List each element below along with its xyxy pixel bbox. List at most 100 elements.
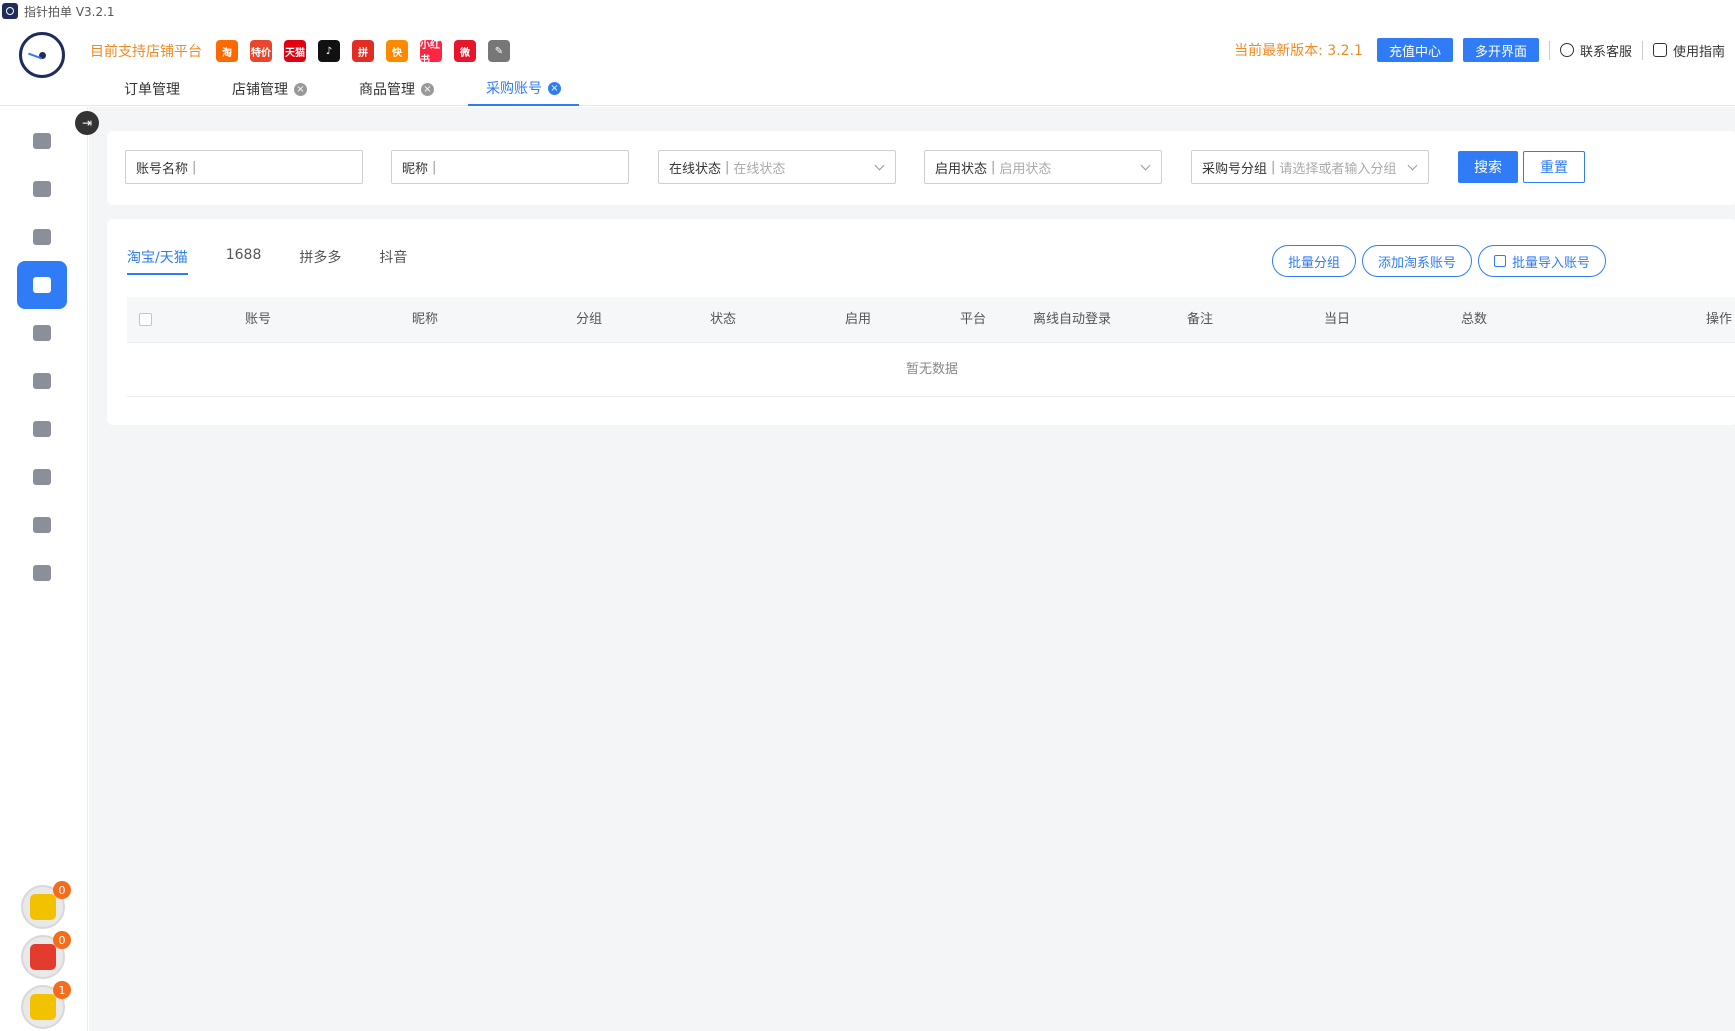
sidebar-item-warehouse[interactable] xyxy=(17,357,67,405)
chevron-down-icon xyxy=(1140,160,1151,171)
contact-label: 联系客服 xyxy=(1579,44,1632,60)
close-tab-icon[interactable]: × xyxy=(421,82,434,96)
support-agent-icon xyxy=(33,325,51,341)
close-tab-icon[interactable]: × xyxy=(548,81,561,95)
server-icon xyxy=(33,181,51,197)
tab-label: 店铺管理 xyxy=(232,82,288,98)
notes-badge: 0 xyxy=(53,881,71,899)
platform-weidian-icon: 微 xyxy=(454,40,476,62)
sidebar-item-home[interactable] xyxy=(17,117,67,165)
platform-tabs: 淘宝/天猫 1688 拼多多 抖音 xyxy=(127,247,407,275)
batch-group-button[interactable]: 批量分组 xyxy=(1272,245,1357,277)
org-icon xyxy=(33,517,51,533)
title-bar: 指针拍单 V3.2.1 xyxy=(0,0,1735,22)
sidebar-item-server[interactable] xyxy=(17,165,67,213)
tab-1[interactable]: 店铺管理 × xyxy=(214,72,325,106)
accounts-icon xyxy=(33,277,51,293)
platform-xiaohongshu-icon: 小红书 xyxy=(420,40,442,66)
pie-chart-icon xyxy=(33,421,51,437)
platform-tab-3[interactable]: 抖音 xyxy=(379,247,407,275)
column-header: 账号 xyxy=(244,312,272,327)
tab-2[interactable]: 商品管理 × xyxy=(341,72,452,106)
truck-button[interactable]: 0 xyxy=(21,931,71,979)
platform-tab-2[interactable]: 拼多多 xyxy=(299,247,341,275)
notes-button[interactable]: 0 xyxy=(21,881,71,929)
header-right: 当前最新版本: 3.2.1 充值中心 多开界面 联系客服 使用指南 xyxy=(1234,36,1725,64)
window-title: 指针拍单 V3.2.1 xyxy=(24,4,115,19)
account-name-input[interactable]: 账号名称 | xyxy=(125,150,363,184)
chevron-down-icon xyxy=(874,160,885,171)
select-all-checkbox[interactable] xyxy=(139,313,152,326)
sidebar-item-trend[interactable] xyxy=(17,453,67,501)
empty-state: 暂无数据 xyxy=(127,343,1735,397)
import-icon xyxy=(1494,255,1506,267)
online-status-select[interactable]: 在线状态 | 在线状态 xyxy=(658,150,896,184)
filter-bar: 账号名称 | 昵称 | 在线状态 | 在线状态 启用状态 | 启用状态 采购号分组 | 请… xyxy=(107,131,1735,205)
account-name-label: 账号名称 xyxy=(136,161,189,177)
tab-3[interactable]: 采购账号 × xyxy=(468,72,579,106)
close-tab-icon[interactable]: × xyxy=(294,82,307,96)
online-status-label: 在线状态 xyxy=(669,161,722,177)
group-placeholder: 请选择或者输入分组 xyxy=(1279,161,1397,177)
trend-icon xyxy=(33,469,51,485)
table-header: 账号 昵称 分组 状态 启用 平台 离线自动登录 备注 当日 总数 操作 xyxy=(127,297,1735,343)
column-header: 昵称 xyxy=(411,312,439,327)
settings-icon xyxy=(33,565,51,581)
column-header: 启用 xyxy=(844,312,872,327)
sidebar-item-pie-chart[interactable] xyxy=(17,405,67,453)
nickname-input[interactable]: 昵称 | xyxy=(391,150,629,184)
contact-support-link[interactable]: 联系客服 xyxy=(1548,40,1632,60)
supported-platforms: 目前支持店铺平台 淘特价 天猫 ♪ 拼快小红书微 ✎ xyxy=(90,38,510,66)
column-header: 备注 xyxy=(1186,312,1214,327)
platform-other-icon: ✎ xyxy=(488,40,510,62)
guide-label: 使用指南 xyxy=(1672,44,1725,60)
online-status-placeholder: 在线状态 xyxy=(733,161,786,177)
megaphone-badge: 1 xyxy=(53,981,71,999)
warehouse-icon xyxy=(33,373,51,389)
accounts-table-card: 淘宝/天猫 1688 拼多多 抖音 批量分组 添加淘系账号 批量导入账号 账号 昵称 分组… xyxy=(107,219,1735,425)
search-button[interactable]: 搜索 xyxy=(1458,151,1518,183)
platform-tab-0[interactable]: 淘宝/天猫 xyxy=(127,247,188,275)
megaphone-button[interactable]: 1 xyxy=(21,981,71,1029)
tab-0[interactable]: 订单管理 xyxy=(106,72,198,106)
recharge-button[interactable]: 充值中心 xyxy=(1376,38,1453,62)
truck-icon xyxy=(30,944,56,970)
group-label: 采购号分组 xyxy=(1202,161,1268,177)
sidebar-item-accounts[interactable] xyxy=(17,261,67,309)
notes-icon xyxy=(30,894,56,920)
app-icon xyxy=(2,3,18,19)
version-text: 当前最新版本: 3.2.1 xyxy=(1234,43,1363,59)
logo-icon xyxy=(19,32,65,78)
header: 目前支持店铺平台 淘特价 天猫 ♪ 拼快小红书微 ✎ 当前最新版本: 3.2.1 充值中… xyxy=(0,22,1735,106)
batch-import-label: 批量导入账号 xyxy=(1512,255,1591,271)
reset-button[interactable]: 重置 xyxy=(1523,151,1585,183)
collapse-sidebar-icon[interactable]: ⇥ xyxy=(75,111,99,135)
tab-label: 商品管理 xyxy=(359,82,415,98)
column-header: 状态 xyxy=(709,312,737,327)
batch-import-button[interactable]: 批量导入账号 xyxy=(1478,245,1607,277)
platform-douyin-icon: ♪ xyxy=(318,40,340,62)
guide-link[interactable]: 使用指南 xyxy=(1641,40,1725,60)
sidebar-item-settings[interactable] xyxy=(17,549,67,597)
tab-label: 采购账号 xyxy=(486,81,542,97)
platform-taobao-icon: 淘 xyxy=(216,40,238,62)
support-label: 目前支持店铺平台 xyxy=(90,44,202,60)
home-icon xyxy=(33,133,51,149)
truck-badge: 0 xyxy=(53,931,71,949)
book-icon xyxy=(1652,43,1667,57)
sidebar-item-org[interactable] xyxy=(17,501,67,549)
platform-tmall-icon: 天猫 xyxy=(284,40,306,62)
group-select[interactable]: 采购号分组 | 请选择或者输入分组 xyxy=(1191,150,1429,184)
multi-open-button[interactable]: 多开界面 xyxy=(1462,38,1539,62)
platform-tab-1[interactable]: 1688 xyxy=(226,247,262,275)
enable-status-label: 启用状态 xyxy=(935,161,988,177)
column-header: 操作 xyxy=(1705,312,1733,327)
sidebar-item-support-agent[interactable] xyxy=(17,309,67,357)
sidebar-item-bag[interactable] xyxy=(17,213,67,261)
platform-pinduoduo-icon: 拼 xyxy=(352,40,374,62)
enable-status-select[interactable]: 启用状态 | 启用状态 xyxy=(924,150,1162,184)
add-taobao-account-button[interactable]: 添加淘系账号 xyxy=(1362,245,1473,277)
page-tabs: 订单管理 店铺管理 × 商品管理 × 采购账号 × xyxy=(106,72,595,106)
headset-icon xyxy=(1559,43,1574,57)
column-header: 平台 xyxy=(959,312,987,327)
